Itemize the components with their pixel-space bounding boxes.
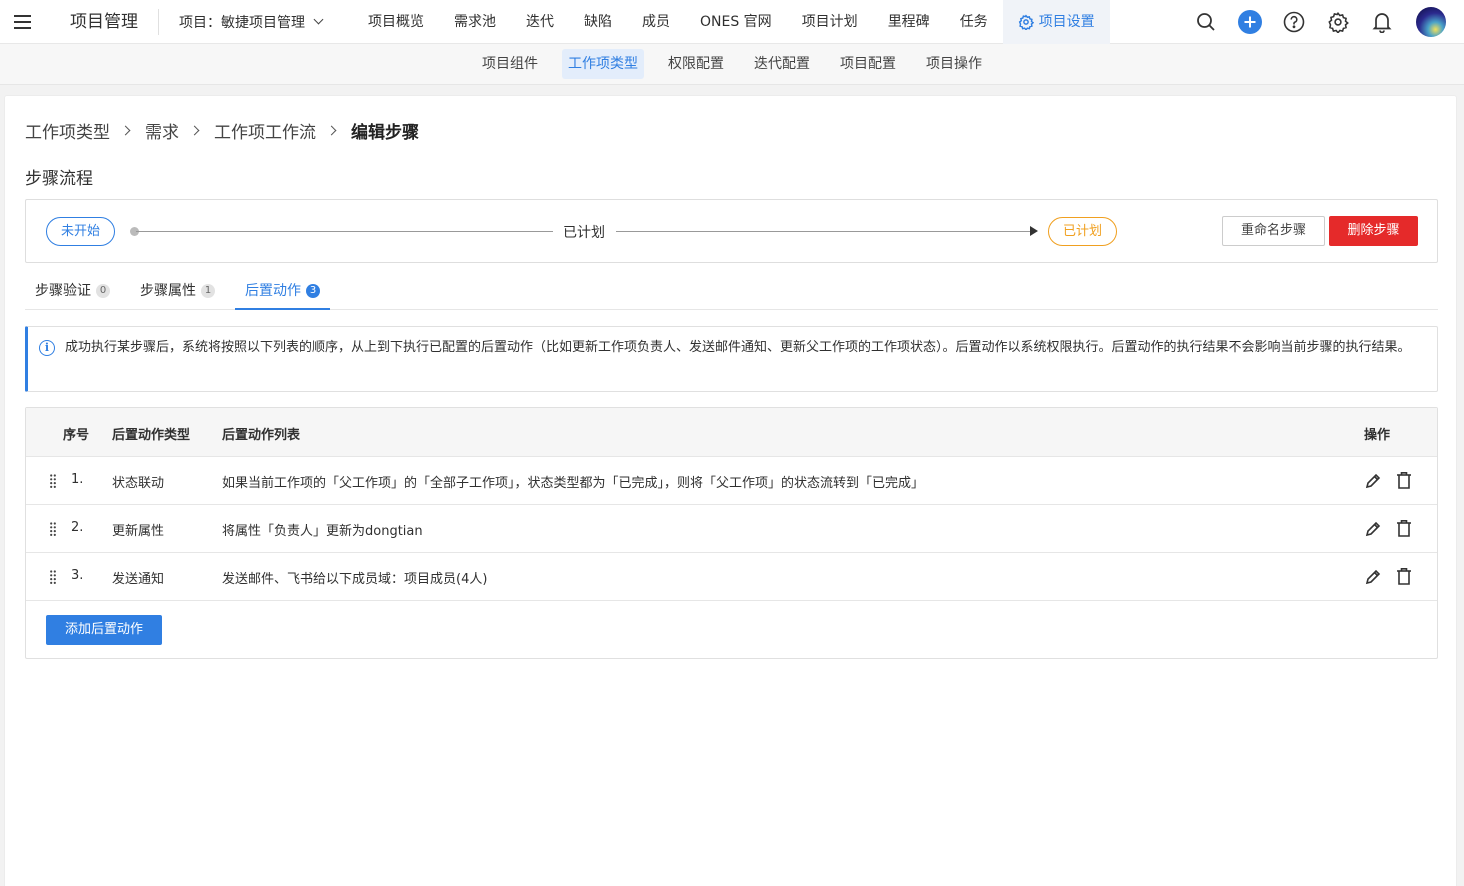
- row-desc: 如果当前工作项的「父工作项」的「全部子工作项」，状态类型都为「已完成」，则将「父…: [222, 476, 925, 491]
- nav-item-tasks[interactable]: 任务: [945, 0, 1003, 44]
- count-badge: 3: [306, 284, 320, 298]
- settings-icon[interactable]: [1326, 10, 1350, 34]
- add-icon[interactable]: [1238, 10, 1262, 34]
- from-status-pill: 未开始: [46, 217, 116, 246]
- row-desc: 发送邮件、飞书给以下成员域：项目成员(4人): [222, 572, 488, 587]
- col-index: 序号: [63, 428, 90, 443]
- nav-item-project-settings-label: 项目设置: [1038, 13, 1095, 30]
- row-index: 2.: [71, 520, 84, 535]
- chevron-right-icon: [189, 125, 200, 136]
- avatar[interactable]: [1416, 7, 1446, 37]
- trash-icon[interactable]: [1395, 519, 1413, 538]
- trash-icon[interactable]: [1395, 567, 1413, 586]
- gear-icon: [1018, 13, 1034, 30]
- project-switcher[interactable]: 项目：敏捷项目管理: [159, 12, 342, 32]
- step-flow: 未开始 已计划 已计划 重命名步骤 删除步骤: [25, 199, 1438, 263]
- to-status-pill: 已计划: [1048, 217, 1118, 246]
- row-index: 1.: [71, 472, 84, 487]
- rename-step-button[interactable]: 重命名步骤: [1222, 216, 1325, 246]
- tab-validation[interactable]: 步骤验证 0: [25, 272, 120, 310]
- search-icon[interactable]: [1194, 10, 1218, 34]
- flow-line-right: [616, 231, 1032, 232]
- flow-line-left: [136, 231, 553, 232]
- subnav-components[interactable]: 项目组件: [476, 49, 544, 79]
- info-banner: i 成功执行某步骤后，系统将按照以下列表的顺序，从上到下执行已配置的后置动作（比…: [25, 326, 1438, 392]
- nav-item-members[interactable]: 成员: [627, 0, 685, 44]
- table-row: 1. 状态联动 如果当前工作项的「父工作项」的「全部子工作项」，状态类型都为「已…: [26, 457, 1437, 505]
- chevron-right-icon: [326, 125, 337, 136]
- arrow-right-icon: [1030, 226, 1038, 236]
- subnav-sprint-config[interactable]: 迭代配置: [748, 49, 816, 79]
- add-post-action-button[interactable]: 添加后置动作: [46, 615, 162, 645]
- row-desc: 将属性「负责人」更新为dongtian: [222, 524, 423, 539]
- app-title: 项目管理: [44, 8, 159, 35]
- edit-icon[interactable]: [1364, 472, 1382, 490]
- row-index: 3.: [71, 568, 84, 583]
- breadcrumb-issue-types[interactable]: 工作项类型: [25, 118, 110, 143]
- col-type: 后置动作类型: [112, 428, 191, 443]
- breadcrumb-workflow[interactable]: 工作项工作流: [214, 118, 316, 143]
- row-type: 发送通知: [112, 572, 165, 587]
- bell-icon[interactable]: [1370, 10, 1394, 34]
- nav-item-sprint[interactable]: 迭代: [511, 0, 569, 44]
- delete-step-button[interactable]: 删除步骤: [1329, 216, 1418, 246]
- col-list: 后置动作列表: [222, 428, 301, 443]
- tab-label: 后置动作: [245, 283, 301, 299]
- help-icon[interactable]: [1282, 10, 1306, 34]
- main-card: 工作项类型 需求 工作项工作流 编辑步骤 步骤流程 未开始 已计划 已计划 重命…: [4, 95, 1457, 886]
- info-text: 成功执行某步骤后，系统将按照以下列表的顺序，从上到下执行已配置的后置动作（比如更…: [65, 340, 1411, 355]
- subnav-project-ops[interactable]: 项目操作: [920, 49, 988, 79]
- drag-handle-icon[interactable]: [50, 522, 56, 536]
- row-type: 更新属性: [112, 524, 165, 539]
- step-tabs: 步骤验证 0 步骤属性 1 后置动作 3: [25, 272, 1438, 310]
- info-icon: i: [39, 340, 55, 356]
- edit-icon[interactable]: [1364, 520, 1382, 538]
- drag-handle-icon[interactable]: [50, 474, 56, 488]
- chevron-down-icon: [313, 14, 324, 25]
- col-ops: 操作: [1364, 428, 1391, 443]
- table-row: 2. 更新属性 将属性「负责人」更新为dongtian: [26, 505, 1437, 553]
- main-nav: 项目概览 需求池 迭代 缺陷 成员 ONES 官网 项目计划 里程碑 任务 项目…: [353, 0, 1110, 44]
- breadcrumb-requirement[interactable]: 需求: [145, 118, 179, 143]
- subnav-permissions[interactable]: 权限配置: [662, 49, 730, 79]
- menu-icon[interactable]: [0, 0, 44, 44]
- top-navbar: 项目管理 项目：敏捷项目管理 项目概览 需求池 迭代 缺陷 成员 ONES 官网…: [0, 0, 1464, 44]
- project-switcher-label: 项目：敏捷项目管理: [179, 14, 305, 31]
- breadcrumb-current: 编辑步骤: [351, 123, 419, 143]
- edit-icon[interactable]: [1364, 568, 1382, 586]
- section-title: 步骤流程: [25, 169, 93, 189]
- nav-item-bugs[interactable]: 缺陷: [569, 0, 627, 44]
- nav-item-ones-site[interactable]: ONES 官网: [685, 0, 787, 44]
- tab-properties[interactable]: 步骤属性 1: [130, 272, 225, 310]
- nav-item-plan[interactable]: 项目计划: [787, 0, 873, 44]
- chevron-right-icon: [120, 125, 131, 136]
- subnav-issue-types[interactable]: 工作项类型: [562, 49, 644, 79]
- count-badge: 1: [201, 284, 215, 298]
- table-row: 3. 发送通知 发送邮件、飞书给以下成员域：项目成员(4人): [26, 553, 1437, 601]
- row-type: 状态联动: [112, 476, 165, 491]
- breadcrumb: 工作项类型 需求 工作项工作流 编辑步骤: [25, 118, 419, 143]
- count-badge: 0: [96, 284, 110, 298]
- step-name-label: 已计划: [563, 225, 605, 241]
- trash-icon[interactable]: [1395, 471, 1413, 490]
- post-actions-table: 序号 后置动作类型 后置动作列表 操作 1. 状态联动 如果当前工作项的「父工作…: [25, 407, 1438, 659]
- table-header: 序号 后置动作类型 后置动作列表 操作: [26, 408, 1437, 457]
- drag-handle-icon[interactable]: [50, 570, 56, 584]
- tab-label: 步骤验证: [35, 283, 91, 299]
- nav-item-backlog[interactable]: 需求池: [439, 0, 511, 44]
- subnav-project-config[interactable]: 项目配置: [834, 49, 902, 79]
- nav-item-overview[interactable]: 项目概览: [353, 0, 439, 44]
- nav-item-milestones[interactable]: 里程碑: [873, 0, 945, 44]
- settings-subnav: 项目组件 工作项类型 权限配置 迭代配置 项目配置 项目操作: [0, 44, 1464, 85]
- nav-item-project-settings[interactable]: 项目设置: [1002, 0, 1110, 44]
- tab-post-actions[interactable]: 后置动作 3: [235, 272, 330, 310]
- tab-label: 步骤属性: [140, 283, 196, 299]
